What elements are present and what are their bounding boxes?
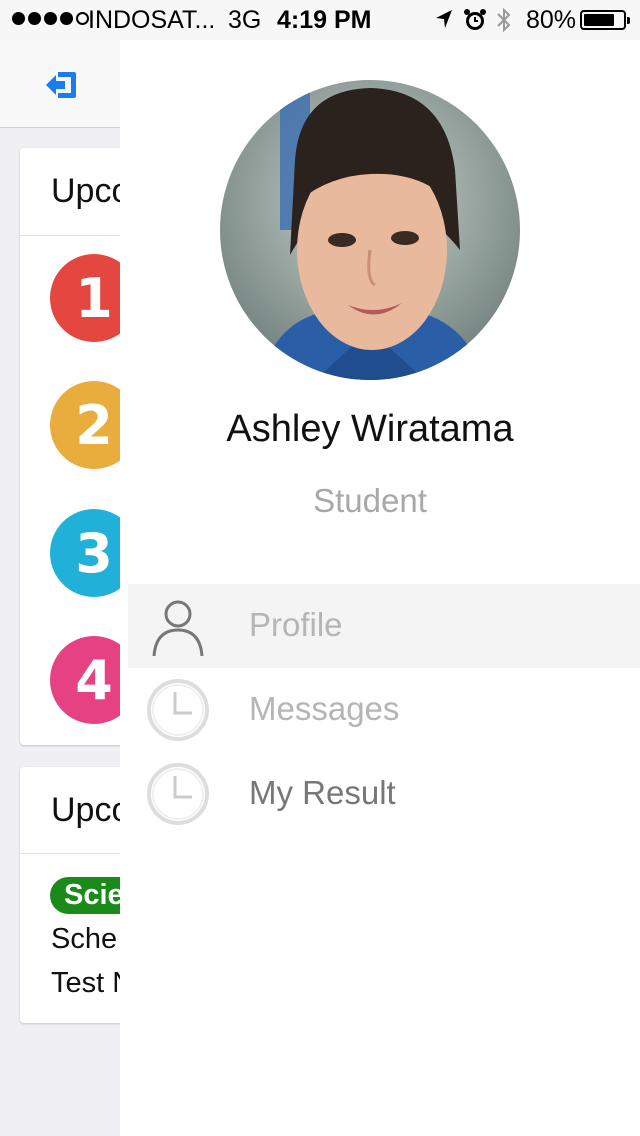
user-role: Student: [313, 482, 427, 519]
menu-item-messages[interactable]: Messages: [128, 668, 640, 752]
user-name: Ashley Wiratama: [226, 408, 514, 450]
card-title: Upco: [51, 791, 131, 829]
menu-item-label: Profile: [249, 606, 343, 643]
bluetooth-icon: [497, 7, 511, 33]
menu-item-my-result[interactable]: My Result: [128, 752, 640, 836]
clock-icon: [147, 679, 209, 741]
card-title: Upco: [51, 172, 131, 210]
menu-item-label: My Result: [249, 774, 396, 811]
signal-strength-icon: [12, 12, 89, 25]
carrier-name: INDOSAT...: [88, 6, 216, 34]
status-time: 4:19 PM: [277, 6, 372, 34]
menu-item-profile[interactable]: Profile: [128, 584, 640, 668]
user-icon: [152, 600, 204, 657]
side-drawer: Ashley Wiratama Student Profile Messages…: [120, 40, 640, 1136]
logout-icon[interactable]: [44, 70, 78, 100]
alarm-clock-icon: [464, 9, 486, 30]
clock-icon: [147, 763, 209, 825]
menu-item-label: Messages: [249, 690, 400, 727]
schedule-text: Sche: [51, 923, 118, 955]
avatar[interactable]: [220, 80, 520, 380]
location-arrow-icon: [436, 10, 452, 28]
battery-percent: 80%: [526, 6, 577, 34]
network-type: 3G: [228, 6, 262, 34]
battery-icon: [580, 10, 630, 30]
status-bar: INDOSAT... 3G 4:19 PM 80%: [0, 0, 640, 40]
